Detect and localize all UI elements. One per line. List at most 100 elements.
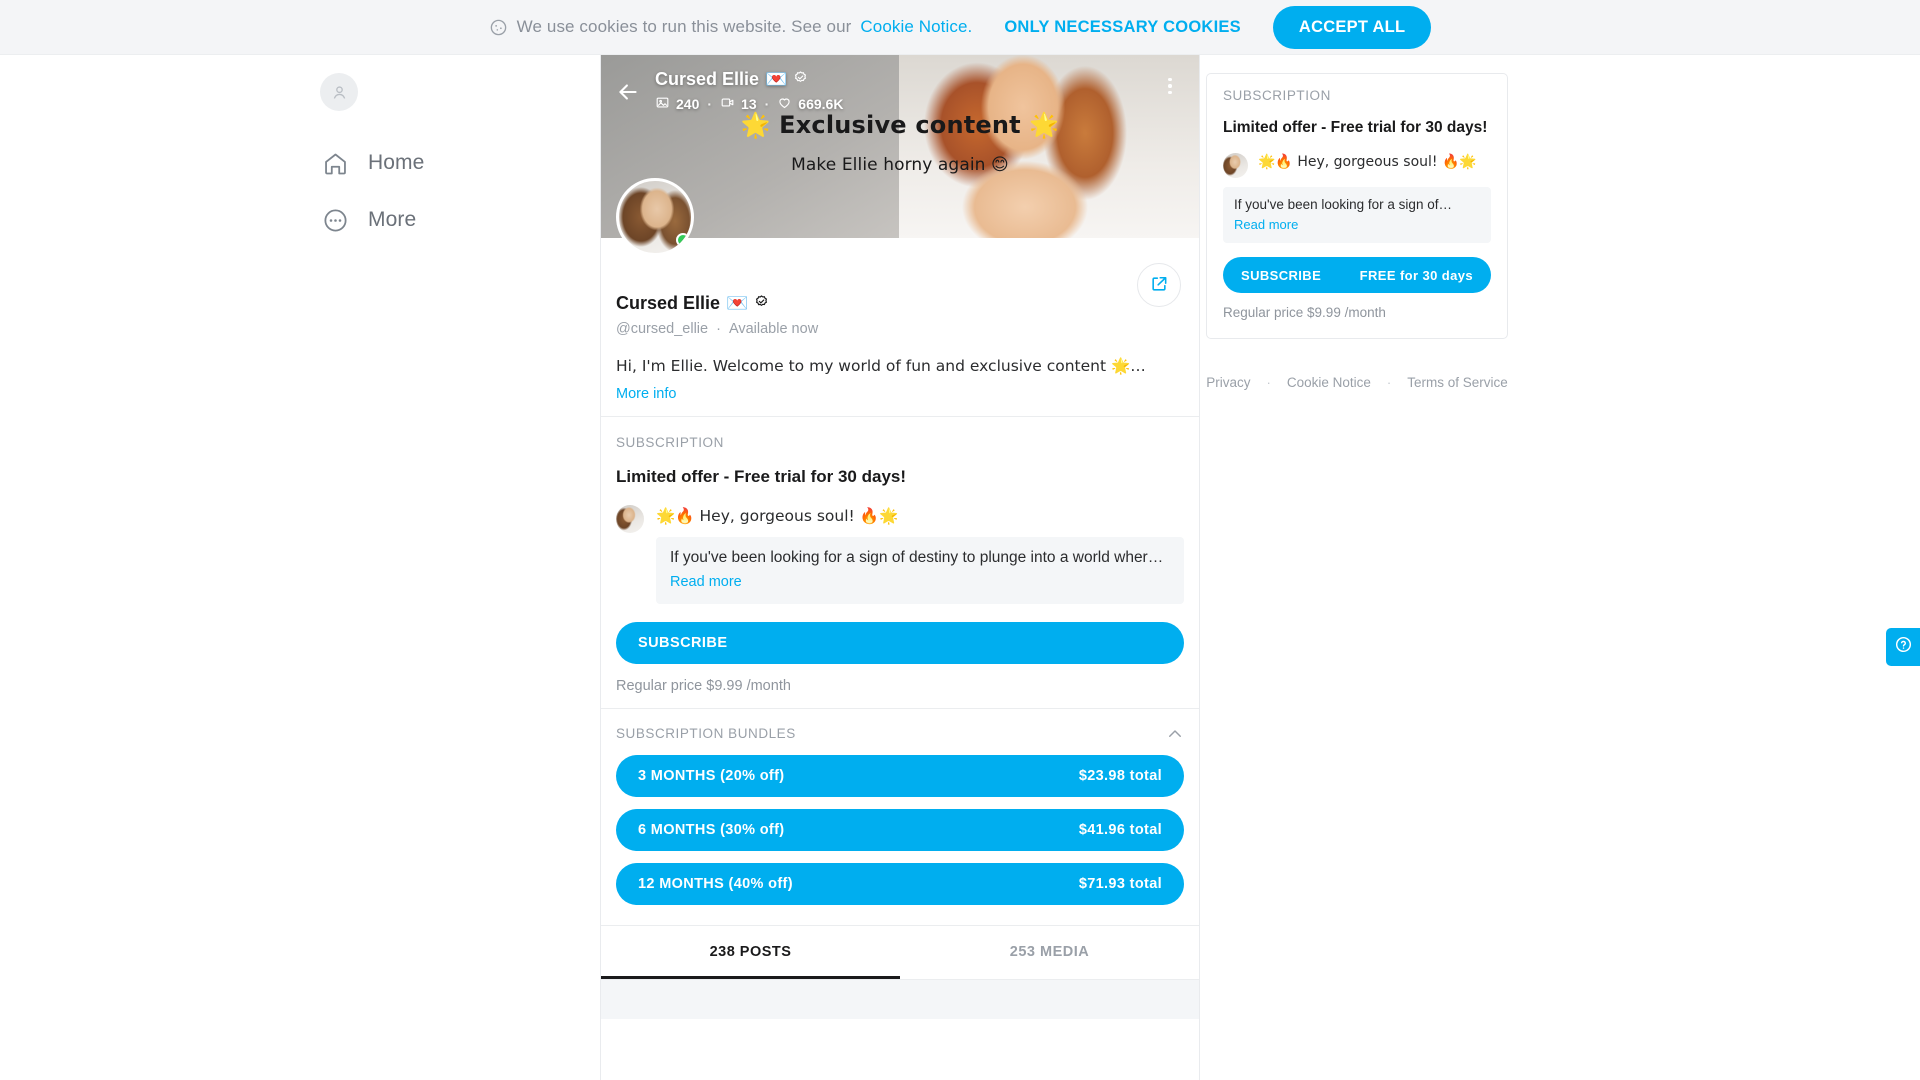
- cover-header-bar: Cursed Ellie 💌 240 · 13 · 669.6K: [601, 55, 1199, 117]
- kebab-menu-icon[interactable]: [1159, 75, 1181, 97]
- side-promo-title: 🌟🔥 Hey, gorgeous soul! 🔥🌟: [1258, 154, 1477, 170]
- bundle-option-3-months[interactable]: 3 MONTHS (20% off) $23.98 total: [616, 754, 1184, 797]
- tab-posts[interactable]: 238 POSTS: [601, 926, 900, 979]
- verified-badge-icon: [754, 293, 769, 314]
- help-button[interactable]: [1886, 628, 1920, 666]
- profile-name-emoji: 💌: [726, 293, 749, 314]
- side-subscription-promo: 🌟🔥 Hey, gorgeous soul! 🔥🌟: [1223, 150, 1491, 178]
- footer-links: Privacy · Cookie Notice · Terms of Servi…: [1206, 375, 1508, 390]
- bundle-total: $71.93 total: [1078, 875, 1162, 892]
- profile-block: Cursed Ellie 💌 @cursed_ellie · Available…: [601, 178, 1199, 416]
- only-necessary-cookies-button[interactable]: ONLY NECESSARY COOKIES: [1000, 12, 1245, 43]
- promo-box: If you've been looking for a sign of des…: [656, 536, 1184, 604]
- promo-title: 🌟🔥 Hey, gorgeous soul! 🔥🌟: [656, 506, 899, 525]
- back-arrow-icon[interactable]: [615, 79, 641, 105]
- left-sidebar: Home More: [0, 55, 600, 1080]
- help-question-icon: [1894, 635, 1913, 659]
- side-subscribe-offer: FREE for 30 days: [1359, 267, 1473, 283]
- chevron-up-icon[interactable]: [1166, 725, 1184, 743]
- profile-handle-row: @cursed_ellie · Available now: [616, 321, 1184, 337]
- regular-price: Regular price $9.99 /month: [616, 677, 791, 694]
- cover-videos-count: 13: [741, 96, 757, 112]
- cover-photos-count: 240: [676, 96, 700, 112]
- footer-separator-2: ·: [1386, 375, 1392, 390]
- home-icon: [320, 148, 350, 178]
- ellipsis-circle-icon: [320, 205, 350, 235]
- video-icon: [720, 95, 735, 113]
- bundles-title: SUBSCRIPTION BUNDLES: [616, 726, 796, 742]
- subscribe-button[interactable]: SUBSCRIBE FREE for 30 days: [616, 621, 1184, 664]
- profile-handle: @cursed_ellie: [616, 321, 709, 337]
- side-promo-box: If you've been looking for a sign of… Re…: [1223, 187, 1491, 243]
- bundle-label: 12 MONTHS (40% off): [638, 875, 793, 892]
- subscription-side-card: SUBSCRIPTION Limited offer - Free trial …: [1206, 73, 1508, 339]
- side-read-more-link[interactable]: Read more: [1234, 217, 1480, 232]
- cover-stats: 240 · 13 · 669.6K: [655, 95, 1145, 113]
- read-more-link[interactable]: Read more: [670, 574, 1170, 590]
- footer-link-privacy[interactable]: Privacy: [1206, 375, 1250, 390]
- profile-column: 🌟 Exclusive content 🌟 Make Ellie horny a…: [600, 55, 1200, 1080]
- online-indicator: [676, 233, 690, 247]
- profile-meta: Cursed Ellie 💌 @cursed_ellie · Available…: [616, 238, 1184, 402]
- status-badge: Available now: [728, 321, 819, 337]
- bundles-header[interactable]: SUBSCRIPTION BUNDLES: [616, 725, 1184, 743]
- content-tabs: 238 POSTS 253 MEDIA: [601, 924, 1199, 979]
- app-root: We use cookies to run this website. See …: [0, 0, 1920, 1080]
- cookie-message-text: We use cookies to run this website. See …: [516, 17, 852, 36]
- user-avatar-placeholder[interactable]: [320, 73, 358, 111]
- handle-separator: ·: [716, 321, 721, 337]
- profile-bio: Hi, I'm Ellie. Welcome to my world of fu…: [616, 357, 1146, 375]
- page-title: Cursed Ellie 💌: [616, 293, 1184, 314]
- sidebar-item-home[interactable]: Home: [320, 141, 510, 185]
- side-promo-text: If you've been looking for a sign of…: [1234, 197, 1452, 212]
- cookie-message: We use cookies to run this website. See …: [489, 17, 973, 37]
- cookie-consent-bar: We use cookies to run this website. See …: [0, 0, 1920, 55]
- subscription-headline: Limited offer - Free trial for 30 days!: [616, 466, 907, 486]
- promo-avatar: [616, 504, 644, 533]
- sidebar-item-more-label: More: [368, 208, 417, 231]
- bundle-label: 3 MONTHS (20% off): [638, 767, 785, 784]
- side-regular-price: Regular price $9.99 /month: [1223, 305, 1386, 320]
- subscription-promo: 🌟🔥 Hey, gorgeous soul! 🔥🌟 If you've been…: [616, 501, 1184, 604]
- tab-content-area: [601, 978, 1199, 1019]
- cover-likes-stat: 669.6K: [777, 95, 843, 113]
- right-sidebar: SUBSCRIPTION Limited offer - Free trial …: [1200, 55, 1920, 1080]
- heart-icon: [777, 95, 792, 113]
- sidebar-item-more[interactable]: More: [320, 198, 510, 242]
- footer-separator-1: ·: [1266, 375, 1271, 390]
- verified-badge-icon: [793, 69, 808, 90]
- bundle-option-6-months[interactable]: 6 MONTHS (30% off) $41.96 total: [616, 808, 1184, 851]
- cover-profile-name-text: Cursed Ellie: [655, 69, 760, 89]
- cookie-icon: [489, 18, 508, 37]
- accept-all-cookies-button[interactable]: ACCEPT ALL: [1272, 5, 1432, 49]
- subscription-bundles-section: SUBSCRIPTION BUNDLES 3 MONTHS (20% off) …: [601, 709, 1199, 919]
- cover-photos-stat: 240: [655, 95, 699, 113]
- cover-name-emoji: 💌: [765, 69, 788, 90]
- share-button[interactable]: [1137, 263, 1181, 307]
- subscription-eyebrow: SUBSCRIPTION: [616, 434, 724, 450]
- more-info-link[interactable]: More info: [616, 386, 1184, 402]
- photo-icon: [655, 95, 670, 113]
- side-subscribe-label: SUBSCRIBE: [1241, 267, 1322, 283]
- cover-videos-stat: 13: [720, 95, 757, 113]
- subscribe-button-label: SUBSCRIBE: [638, 634, 728, 651]
- promo-text: If you've been looking for a sign of des…: [670, 548, 1164, 566]
- profile-picture-wrapper: [616, 178, 694, 256]
- bundle-label: 6 MONTHS (30% off): [638, 821, 785, 838]
- footer-link-cookie-notice[interactable]: Cookie Notice: [1287, 375, 1371, 390]
- side-subscription-eyebrow: SUBSCRIPTION: [1223, 88, 1331, 103]
- bundle-total: $23.98 total: [1078, 767, 1162, 784]
- avatar[interactable]: [616, 178, 694, 256]
- cover-stat-separator-2: ·: [764, 96, 770, 112]
- cover-likes-count: 669.6K: [798, 96, 844, 112]
- sidebar-item-home-label: Home: [368, 151, 425, 174]
- cover-profile-name: Cursed Ellie 💌: [655, 69, 1145, 90]
- side-subscribe-button[interactable]: SUBSCRIBE FREE for 30 days: [1223, 257, 1491, 293]
- side-promo-avatar: [1223, 153, 1248, 178]
- footer-link-terms[interactable]: Terms of Service: [1407, 375, 1508, 390]
- cookie-notice-link[interactable]: Cookie Notice.: [860, 17, 972, 37]
- bundle-option-12-months[interactable]: 12 MONTHS (40% off) $71.93 total: [616, 862, 1184, 905]
- tab-media[interactable]: 253 MEDIA: [900, 926, 1199, 979]
- profile-name-text: Cursed Ellie: [616, 293, 721, 313]
- subscription-section: SUBSCRIPTION Limited offer - Free trial …: [601, 417, 1199, 708]
